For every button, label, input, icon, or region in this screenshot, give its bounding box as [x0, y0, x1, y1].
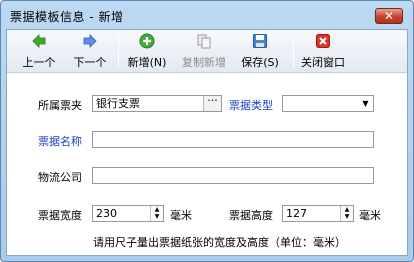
- title-bar[interactable]: 票据模板信息 - 新增 ✕: [1, 1, 413, 28]
- width-spinner[interactable]: 230 ▲ ▼: [92, 205, 164, 222]
- toolbar-separator: [293, 35, 294, 68]
- ticket-name-label[interactable]: 票据名称: [38, 133, 82, 149]
- ticket-type-label[interactable]: 票据类型: [229, 97, 273, 113]
- chevron-down-icon[interactable]: ▼: [359, 97, 372, 110]
- height-value: 127: [286, 207, 307, 220]
- ellipsis-icon[interactable]: ···: [203, 96, 221, 111]
- next-button[interactable]: 下一个: [72, 33, 108, 70]
- close-window-tool-button[interactable]: 关闭窗口: [299, 33, 347, 70]
- toolbar-separator: [118, 35, 119, 68]
- height-label: 票据高度: [229, 209, 273, 222]
- save-label: 保存(S): [241, 56, 279, 69]
- dialog-window: 票据模板信息 - 新增 ✕ 上一个 下一个 新增(N) 复制新增 保存(S) 关…: [0, 0, 414, 262]
- client-area: 上一个 下一个 新增(N) 复制新增 保存(S) 关闭窗口 所属票夹 银行支票 …: [6, 29, 408, 256]
- save-button[interactable]: 保存(S): [239, 33, 281, 70]
- arrow-left-icon: [32, 34, 46, 48]
- floppy-disk-icon: [253, 34, 267, 48]
- copy-document-icon: [197, 34, 211, 49]
- arrow-right-icon: [83, 34, 97, 48]
- ticket-book-value: 银行支票: [96, 97, 140, 110]
- next-label: 下一个: [73, 56, 107, 69]
- copy-new-button[interactable]: 复制新增: [179, 33, 229, 70]
- window-title: 票据模板信息 - 新增: [10, 10, 124, 24]
- logistics-label: 物流公司: [38, 171, 82, 184]
- ticket-type-dropdown[interactable]: ▼: [282, 95, 374, 112]
- height-spinner[interactable]: 127 ▲ ▼: [282, 205, 354, 222]
- ticket-book-label: 所属票夹: [38, 99, 82, 112]
- measure-hint: 请用尺子量出票据纸张的宽度及高度（单位：毫米）: [93, 236, 346, 249]
- toolbar: 上一个 下一个 新增(N) 复制新增 保存(S) 关闭窗口: [7, 30, 407, 73]
- width-unit: 毫米: [170, 209, 192, 222]
- height-unit: 毫米: [359, 209, 381, 222]
- close-window-label: 关闭窗口: [301, 56, 345, 69]
- width-value: 230: [96, 207, 117, 220]
- plus-circle-icon: [139, 33, 155, 49]
- spinner-arrows-icon[interactable]: ▲ ▼: [340, 206, 353, 221]
- spinner-arrows-icon[interactable]: ▲ ▼: [150, 206, 163, 221]
- width-label: 票据宽度: [38, 209, 82, 222]
- close-icon: [316, 34, 330, 48]
- prev-button[interactable]: 上一个: [21, 33, 57, 70]
- prev-label: 上一个: [22, 56, 56, 69]
- logistics-input[interactable]: [92, 167, 374, 184]
- close-icon: ✕: [383, 9, 395, 23]
- ticket-book-field[interactable]: 银行支票 ···: [92, 95, 222, 112]
- new-button[interactable]: 新增(N): [126, 33, 168, 70]
- copy-new-label: 复制新增: [182, 56, 226, 69]
- new-label: 新增(N): [127, 56, 167, 69]
- ticket-name-input[interactable]: [92, 131, 374, 148]
- close-window-button[interactable]: ✕: [375, 8, 403, 24]
